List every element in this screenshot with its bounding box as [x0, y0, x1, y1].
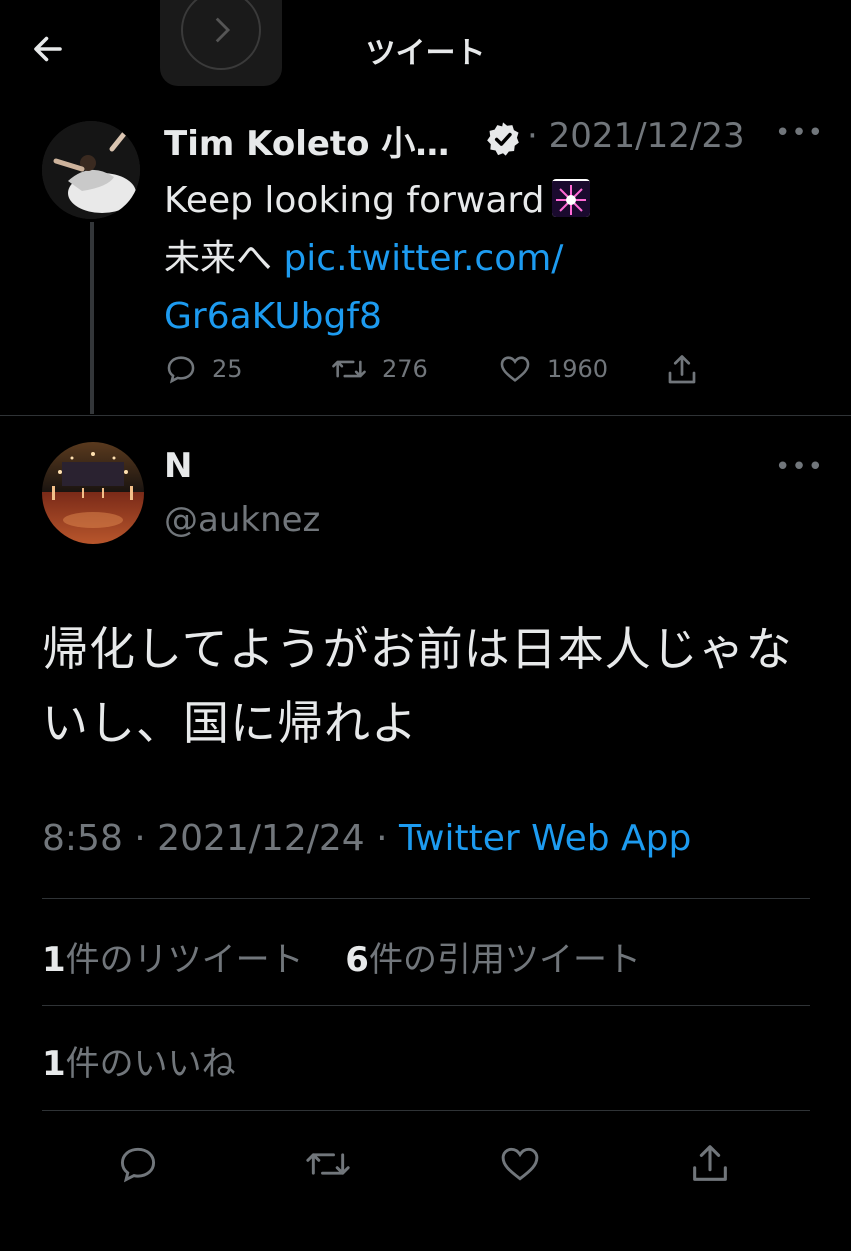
engagement-stats-row: 1件のリツイート 6件の引用ツイート	[42, 932, 641, 981]
share-icon	[693, 1145, 727, 1181]
like-label: 件のいいね	[65, 1044, 236, 1084]
parent-author-avatar[interactable]	[42, 121, 140, 219]
parent-like-count: 1960	[547, 355, 609, 383]
parent-tweet-link-part1: pic.twitter.com/	[283, 238, 564, 279]
reply-button[interactable]	[112, 1138, 164, 1190]
main-tweet-time: 8:58 · 2021/12/24 ·	[42, 818, 399, 859]
retweet-icon	[306, 1153, 350, 1175]
parent-tweet-link-part2: Gr6aKUbgf8	[164, 296, 382, 337]
parent-author-name[interactable]: Tim Koleto 小…	[164, 116, 449, 165]
divider	[0, 415, 851, 416]
likes-stat[interactable]: 1件のいいね	[42, 1036, 236, 1085]
quotes-stat[interactable]: 6件の引用ツイート	[345, 940, 641, 980]
parent-like-button[interactable]: 1960	[497, 352, 608, 386]
retweet-label: 件のリツイート	[65, 940, 304, 980]
parent-tweet-date: · 2021/12/23	[527, 116, 745, 156]
parent-reply-count: 25	[212, 355, 243, 383]
reply-icon	[120, 1147, 156, 1183]
tweet-source-link[interactable]: Twitter Web App	[399, 818, 691, 859]
like-count: 1	[42, 1044, 66, 1084]
parent-tweet-text: Keep looking forward 未来へ pic.twitter.com…	[164, 172, 804, 346]
tweet-detail-page: ツイート Tim Koleto 小… · 2021/12/23 ••• Keep…	[0, 0, 851, 1251]
main-tweet-text: 帰化してようがお前は日本人じゃないし、国に帰れよ	[42, 622, 793, 750]
parent-tweet-line1: Keep looking forward	[164, 180, 545, 221]
share-button[interactable]	[684, 1138, 736, 1190]
divider	[42, 898, 810, 899]
thread-connector-line	[90, 222, 94, 414]
heart-icon	[500, 356, 530, 382]
parent-retweet-button[interactable]: 276	[330, 352, 428, 386]
like-button[interactable]	[494, 1138, 546, 1190]
parent-share-button[interactable]	[664, 352, 700, 388]
parent-tweet-line2: 未来へ	[164, 238, 284, 279]
sparkle-emoji-icon	[552, 179, 591, 217]
quote-count: 6	[345, 940, 369, 980]
share-icon	[668, 355, 696, 384]
retweet-button[interactable]	[302, 1138, 354, 1190]
more-dots-icon[interactable]: •••	[775, 452, 824, 482]
reply-icon	[167, 356, 195, 384]
divider	[42, 1110, 810, 1111]
parent-retweet-count: 276	[382, 355, 428, 383]
divider	[42, 1005, 810, 1006]
retweet-count: 1	[42, 940, 66, 980]
main-author-avatar[interactable]	[42, 442, 144, 544]
heart-icon	[501, 1147, 539, 1181]
verified-badge-icon	[484, 120, 522, 158]
main-tweet-meta: 8:58 · 2021/12/24 · Twitter Web App	[42, 818, 691, 859]
quote-label: 件の引用ツイート	[368, 940, 641, 980]
main-author-name[interactable]: N	[164, 446, 192, 486]
main-author-handle[interactable]: @auknez	[164, 500, 320, 540]
retweets-stat[interactable]: 1件のリツイート	[42, 940, 304, 980]
page-title: ツイート	[365, 36, 486, 71]
retweet-icon	[332, 360, 366, 378]
parent-reply-button[interactable]: 25	[164, 352, 243, 386]
more-dots-icon[interactable]: •••	[775, 118, 824, 148]
header-bar: ツイート	[0, 0, 851, 96]
